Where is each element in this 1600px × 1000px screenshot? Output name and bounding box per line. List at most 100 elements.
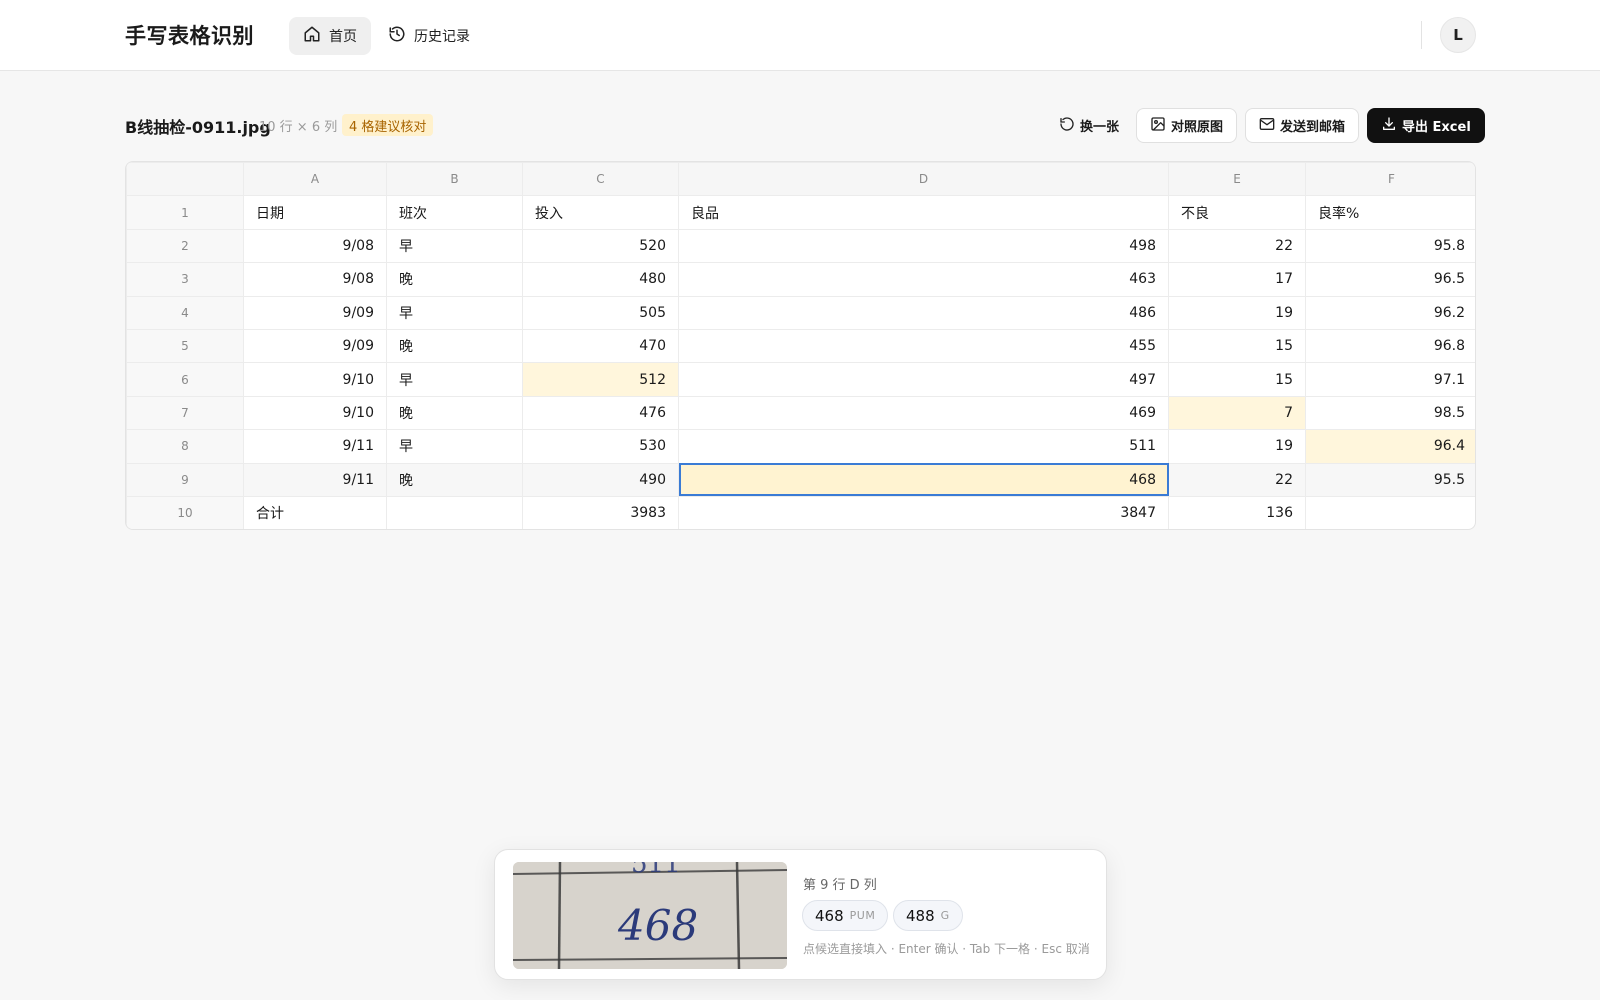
table-cell[interactable]: 晚 xyxy=(386,262,523,297)
candidate-value: 488 xyxy=(906,906,935,925)
row-number: 5 xyxy=(126,328,244,364)
table-cell[interactable]: 班次 xyxy=(386,195,523,230)
table-cell[interactable]: 良品 xyxy=(678,195,1169,230)
flagged-cell[interactable]: 96.4 xyxy=(1305,429,1475,464)
table-row: 8 9/11 早 530 511 19 96.4 xyxy=(126,429,1475,464)
table-cell[interactable]: 晚 xyxy=(386,462,523,497)
table-cell[interactable]: 480 xyxy=(522,262,679,297)
column-header[interactable]: E xyxy=(1168,162,1306,197)
table-cell[interactable]: 15 xyxy=(1168,328,1306,364)
file-dimensions: 10 行 × 6 列 xyxy=(259,120,338,135)
row-number: 8 xyxy=(126,429,244,464)
table-cell[interactable]: 98.5 xyxy=(1305,395,1475,431)
table-cell[interactable]: 晚 xyxy=(386,328,523,364)
swap-image-label: 换一张 xyxy=(1080,120,1120,135)
table-cell[interactable]: 490 xyxy=(522,462,679,497)
table-cell[interactable]: 530 xyxy=(522,429,679,464)
table-cell[interactable]: 95.8 xyxy=(1305,228,1475,264)
table-row-total: 10 合计 3983 3847 136 xyxy=(126,495,1475,529)
table-cell[interactable]: 470 xyxy=(522,328,679,364)
table-cell[interactable]: 早 xyxy=(386,362,523,397)
candidate-chip[interactable]: 488 G xyxy=(893,900,963,931)
table-cell[interactable]: 良率% xyxy=(1305,195,1475,230)
flagged-cell[interactable]: 7 xyxy=(1168,395,1306,431)
table-cell[interactable]: 520 xyxy=(522,228,679,264)
table-cell[interactable]: 早 xyxy=(386,429,523,464)
table-cell[interactable]: 9/08 xyxy=(243,228,387,264)
app-title: 手写表格识别 xyxy=(125,24,254,48)
crop-top-text: 511 xyxy=(631,862,681,879)
table-cell[interactable]: 早 xyxy=(386,295,523,330)
active-cell[interactable]: 468 xyxy=(678,462,1169,497)
table-cell[interactable]: 22 xyxy=(1168,462,1306,497)
refresh-icon xyxy=(1059,116,1075,136)
column-header[interactable]: A xyxy=(243,162,387,197)
table-cell[interactable]: 511 xyxy=(678,429,1169,464)
table-cell[interactable]: 469 xyxy=(678,395,1169,431)
mail-icon xyxy=(1259,116,1275,136)
export-excel-button[interactable]: 导出 Excel xyxy=(1367,108,1485,143)
table-cell[interactable]: 9/08 xyxy=(243,262,387,297)
table-cell[interactable]: 97.1 xyxy=(1305,362,1475,397)
row-number: 10 xyxy=(126,495,244,529)
table-cell[interactable]: 96.2 xyxy=(1305,295,1475,330)
swap-image-button[interactable]: 换一张 xyxy=(1045,108,1133,143)
table-cell[interactable] xyxy=(1305,495,1475,529)
row-number: 9 xyxy=(126,462,244,497)
table-cell[interactable]: 15 xyxy=(1168,362,1306,397)
table-cell[interactable]: 486 xyxy=(678,295,1169,330)
correction-popup: 511 468 第 9 行 D 列 468 PUM 488 G 点候选直接填入 … xyxy=(494,849,1107,980)
table-row: 6 9/10 早 512 497 15 97.1 xyxy=(126,362,1475,397)
table-cell[interactable]: 22 xyxy=(1168,228,1306,264)
corner-cell xyxy=(126,162,244,197)
table-cell[interactable]: 日期 xyxy=(243,195,387,230)
table-cell[interactable] xyxy=(386,495,523,529)
table-cell[interactable]: 合计 xyxy=(243,495,387,529)
column-header[interactable]: F xyxy=(1305,162,1475,197)
table-cell[interactable]: 早 xyxy=(386,228,523,264)
nav-history-label: 历史记录 xyxy=(414,29,470,45)
table-cell[interactable]: 晚 xyxy=(386,395,523,431)
table-cell[interactable]: 505 xyxy=(522,295,679,330)
table-cell[interactable]: 9/11 xyxy=(243,462,387,497)
compare-original-label: 对照原图 xyxy=(1171,120,1224,135)
column-header[interactable]: D xyxy=(678,162,1169,197)
column-header[interactable]: C xyxy=(522,162,679,197)
candidate-source: PUM xyxy=(849,909,876,922)
table-cell[interactable]: 136 xyxy=(1168,495,1306,529)
table-cell[interactable]: 19 xyxy=(1168,429,1306,464)
compare-original-button[interactable]: 对照原图 xyxy=(1136,108,1238,143)
table-cell[interactable]: 497 xyxy=(678,362,1169,397)
column-header[interactable]: B xyxy=(386,162,523,197)
table-cell[interactable]: 3983 xyxy=(522,495,679,529)
send-email-button[interactable]: 发送到邮箱 xyxy=(1245,108,1360,143)
table-cell[interactable]: 96.8 xyxy=(1305,328,1475,364)
crop-handwritten-text: 468 xyxy=(617,901,698,950)
table-cell[interactable]: 96.5 xyxy=(1305,262,1475,297)
avatar[interactable]: L xyxy=(1440,17,1476,53)
image-icon xyxy=(1150,116,1166,136)
row-number: 3 xyxy=(126,262,244,297)
send-email-label: 发送到邮箱 xyxy=(1280,120,1346,135)
table-cell[interactable]: 463 xyxy=(678,262,1169,297)
table-cell[interactable]: 投入 xyxy=(522,195,679,230)
table-cell[interactable]: 9/10 xyxy=(243,362,387,397)
table-row: 5 9/09 晚 470 455 15 96.8 xyxy=(126,328,1475,364)
table-cell[interactable]: 9/11 xyxy=(243,429,387,464)
table-cell[interactable]: 9/09 xyxy=(243,295,387,330)
candidate-chip[interactable]: 468 PUM xyxy=(802,900,889,931)
table-cell[interactable]: 95.5 xyxy=(1305,462,1475,497)
table-cell[interactable]: 476 xyxy=(522,395,679,431)
nav-history[interactable]: 历史记录 xyxy=(374,17,484,55)
table-cell[interactable]: 9/09 xyxy=(243,328,387,364)
table-cell[interactable]: 9/10 xyxy=(243,395,387,431)
table-cell[interactable]: 455 xyxy=(678,328,1169,364)
table-cell[interactable]: 498 xyxy=(678,228,1169,264)
table-cell[interactable]: 19 xyxy=(1168,295,1306,330)
table-cell[interactable]: 17 xyxy=(1168,262,1306,297)
table-cell[interactable]: 不良 xyxy=(1168,195,1306,230)
nav-home[interactable]: 首页 xyxy=(289,17,371,55)
flagged-cell[interactable]: 512 xyxy=(522,362,679,397)
original-crop-image: 511 468 xyxy=(513,862,787,969)
table-cell[interactable]: 3847 xyxy=(678,495,1169,529)
